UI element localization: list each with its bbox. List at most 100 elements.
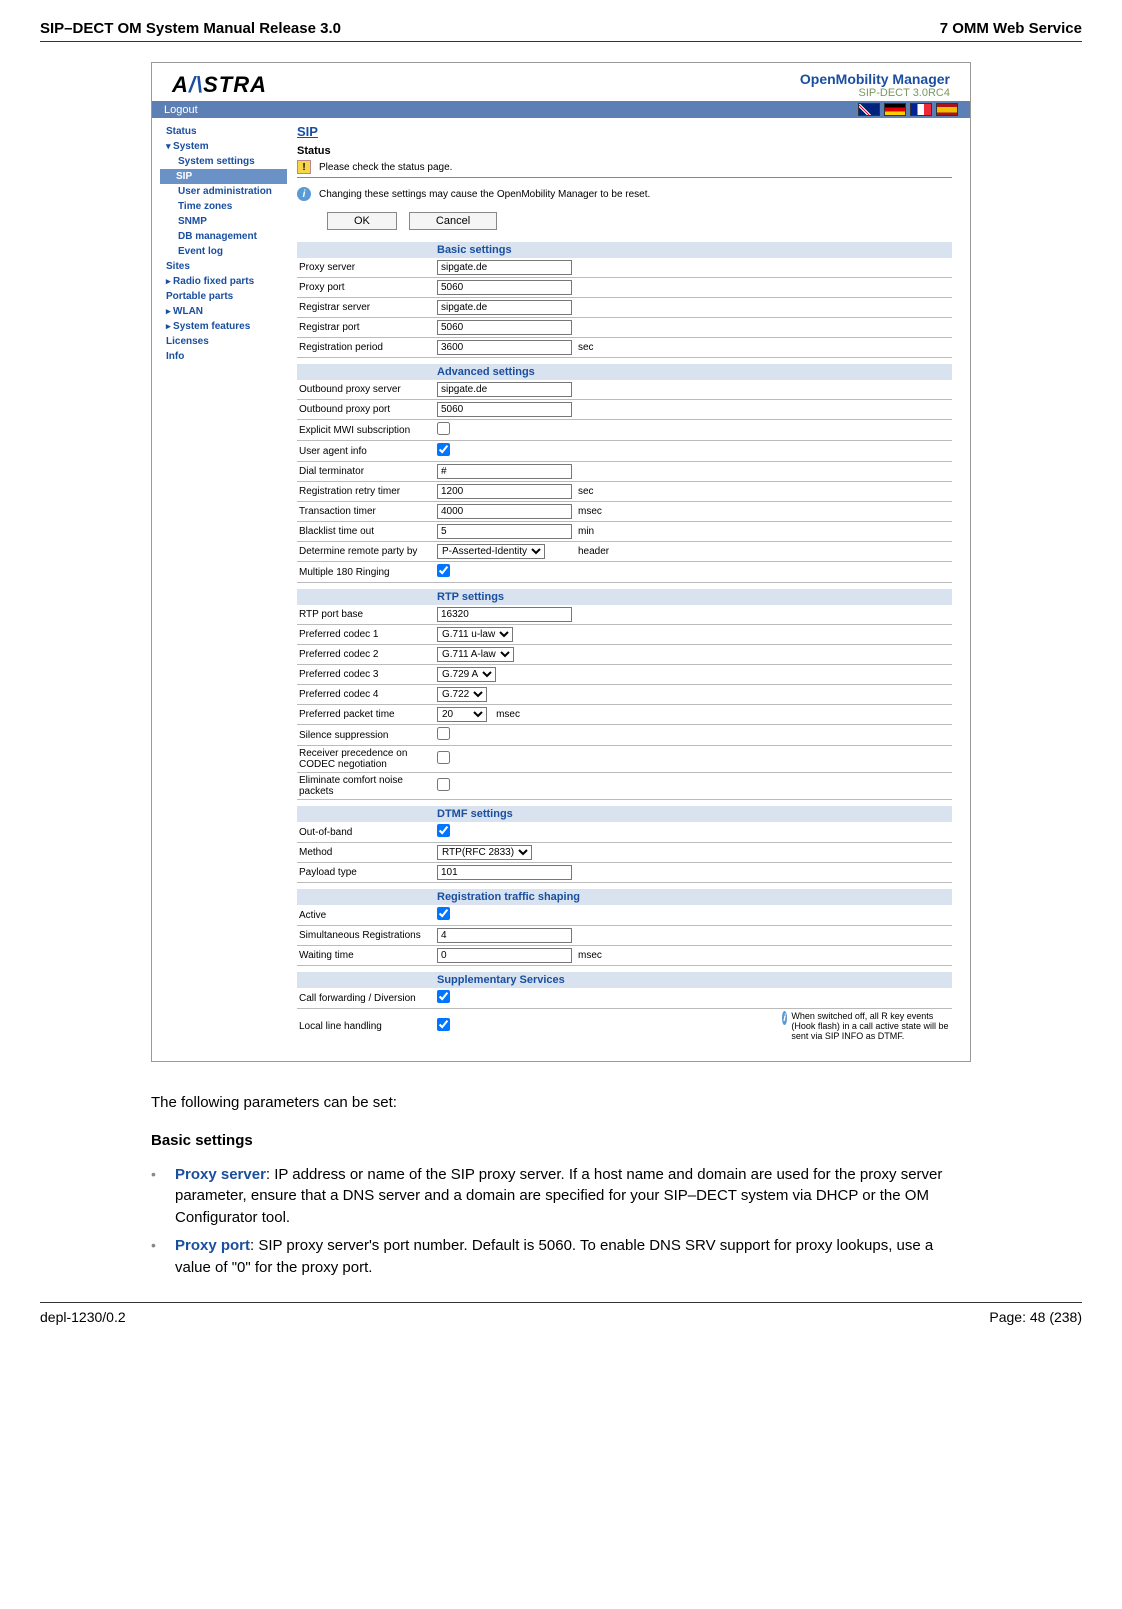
language-flags (858, 103, 958, 116)
select-packet-time[interactable]: 20 (437, 707, 487, 722)
sidebar-item-event-log[interactable]: Event log (160, 244, 287, 259)
bullet-term: Proxy port (175, 1237, 250, 1254)
label-local-line: Local line handling (297, 1021, 437, 1032)
label-elim-comfort: Eliminate comfort noise packets (297, 775, 437, 797)
check-callfwd[interactable] (437, 990, 450, 1003)
label-method: Method (297, 847, 437, 858)
input-dial-term[interactable] (437, 464, 572, 479)
doc-body: The following parameters can be set: Bas… (151, 1092, 971, 1278)
check-recv-prec[interactable] (437, 751, 450, 764)
status-warn-text: Please check the status page. (319, 162, 452, 173)
product-title: OpenMobility Manager SIP-DECT 3.0RC4 (800, 71, 950, 99)
status-title: Status (297, 145, 952, 157)
label-packet-time: Preferred packet time (297, 709, 437, 720)
input-proxy-server[interactable] (437, 260, 572, 275)
doc-footer-left: depl-1230/0.2 (40, 1309, 126, 1325)
input-rtp-port-base[interactable] (437, 607, 572, 622)
label-ob-proxy-server: Outbound proxy server (297, 384, 437, 395)
flag-es-icon[interactable] (936, 103, 958, 116)
unit-reg-retry: sec (572, 486, 594, 497)
input-registrar-server[interactable] (437, 300, 572, 315)
input-payload[interactable] (437, 865, 572, 880)
logo-bar: A/\STRA OpenMobility Manager SIP-DECT 3.… (152, 63, 970, 101)
check-oob[interactable] (437, 824, 450, 837)
label-recv-prec: Receiver precedence on CODEC negotiation (297, 748, 437, 770)
input-wait[interactable] (437, 948, 572, 963)
sidebar-item-status[interactable]: Status (160, 124, 287, 139)
sidebar-item-sites[interactable]: Sites (160, 259, 287, 274)
label-rtp-port-base: RTP port base (297, 609, 437, 620)
input-ob-proxy-server[interactable] (437, 382, 572, 397)
label-registration-period: Registration period (297, 342, 437, 353)
bullet-text: : SIP proxy server's port number. Defaul… (175, 1237, 933, 1276)
content-area: SIP Status ! Please check the status pag… (287, 118, 970, 1061)
label-remote-party: Determine remote party by (297, 546, 437, 557)
sidebar: StatusSystemSystem settingsSIPUser admin… (152, 118, 287, 1061)
check-user-agent[interactable] (437, 443, 450, 456)
bullet-icon: • (151, 1235, 175, 1279)
omm-screenshot: A/\STRA OpenMobility Manager SIP-DECT 3.… (151, 62, 971, 1062)
select-codec3[interactable]: G.729 A (437, 667, 496, 682)
unit-wait: msec (572, 950, 602, 961)
label-blacklist: Blacklist time out (297, 526, 437, 537)
check-explicit-mwi[interactable] (437, 422, 450, 435)
section-regshape: Registration traffic shaping (297, 889, 952, 905)
check-elim-comfort[interactable] (437, 778, 450, 791)
input-reg-retry[interactable] (437, 484, 572, 499)
select-remote-party[interactable]: P-Asserted-Identity (437, 544, 545, 559)
flag-uk-icon[interactable] (858, 103, 880, 116)
sidebar-item-radio-fixed-parts[interactable]: Radio fixed parts (160, 274, 287, 289)
check-silence[interactable] (437, 727, 450, 740)
sidebar-item-wlan[interactable]: WLAN (160, 304, 287, 319)
unit-packet-time: msec (490, 709, 520, 720)
label-dial-term: Dial terminator (297, 466, 437, 477)
select-codec4[interactable]: G.722 (437, 687, 487, 702)
input-blacklist[interactable] (437, 524, 572, 539)
bullet-term: Proxy server (175, 1166, 266, 1183)
sidebar-item-system[interactable]: System (160, 139, 287, 154)
status-box: Status ! Please check the status page. (297, 145, 952, 178)
label-codec3: Preferred codec 3 (297, 669, 437, 680)
sidebar-item-user-administration[interactable]: User administration (160, 184, 287, 199)
check-local-line[interactable] (437, 1018, 450, 1031)
select-codec2[interactable]: G.711 A-law (437, 647, 514, 662)
ok-button[interactable]: OK (327, 212, 397, 230)
sidebar-item-db-management[interactable]: DB management (160, 229, 287, 244)
input-registrar-port[interactable] (437, 320, 572, 335)
select-codec1[interactable]: G.711 u-law (437, 627, 513, 642)
cancel-button[interactable]: Cancel (409, 212, 497, 230)
input-proxy-port[interactable] (437, 280, 572, 295)
label-explicit-mwi: Explicit MWI subscription (297, 425, 437, 436)
input-transaction[interactable] (437, 504, 572, 519)
check-regshape-active[interactable] (437, 907, 450, 920)
sidebar-item-sip[interactable]: SIP (160, 169, 287, 184)
sidebar-item-portable-parts[interactable]: Portable parts (160, 289, 287, 304)
body-intro: The following parameters can be set: (151, 1092, 971, 1114)
flag-de-icon[interactable] (884, 103, 906, 116)
sidebar-item-time-zones[interactable]: Time zones (160, 199, 287, 214)
input-ob-proxy-port[interactable] (437, 402, 572, 417)
topbar: Logout (152, 101, 970, 118)
logout-link[interactable]: Logout (164, 104, 198, 116)
input-simul[interactable] (437, 928, 572, 943)
select-method[interactable]: RTP(RFC 2833) (437, 845, 532, 860)
input-registration-period[interactable] (437, 340, 572, 355)
sidebar-item-system-settings[interactable]: System settings (160, 154, 287, 169)
label-proxy-server: Proxy server (297, 262, 437, 273)
section-dtmf: DTMF settings (297, 806, 952, 822)
label-registrar-port: Registrar port (297, 322, 437, 333)
unit-registration-period: sec (572, 342, 594, 353)
flag-fr-icon[interactable] (910, 103, 932, 116)
sidebar-item-system-features[interactable]: System features (160, 319, 287, 334)
sidebar-item-licenses[interactable]: Licenses (160, 334, 287, 349)
check-multiple-180[interactable] (437, 564, 450, 577)
doc-header: SIP–DECT OM System Manual Release 3.0 7 … (40, 20, 1082, 42)
label-silence: Silence suppression (297, 730, 437, 741)
doc-footer-right: Page: 48 (238) (989, 1309, 1082, 1325)
info-icon: i (297, 187, 311, 201)
sidebar-item-snmp[interactable]: SNMP (160, 214, 287, 229)
sidebar-item-info[interactable]: Info (160, 349, 287, 364)
body-basic-heading: Basic settings (151, 1130, 971, 1152)
label-registrar-server: Registrar server (297, 302, 437, 313)
unit-blacklist: min (572, 526, 594, 537)
